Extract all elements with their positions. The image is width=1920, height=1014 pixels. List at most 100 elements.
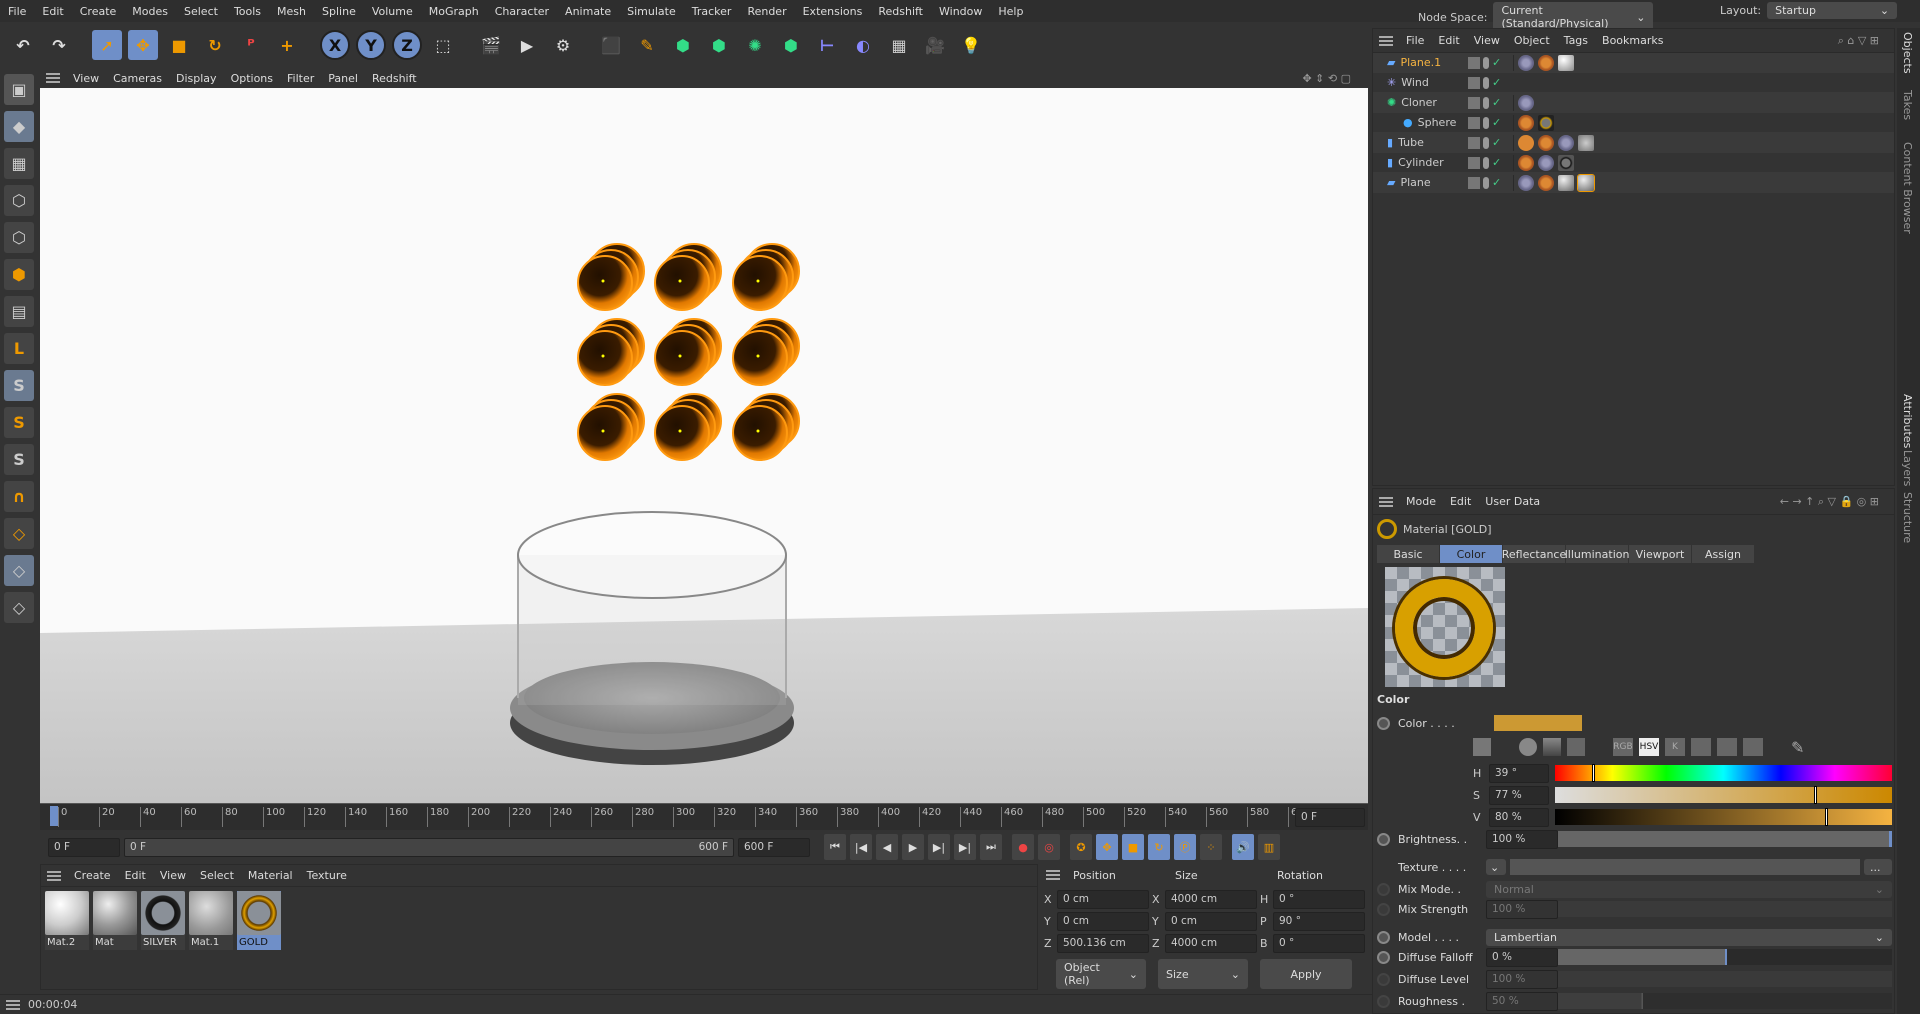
- object-row-cloner[interactable]: ✺ Cloner ✓: [1373, 93, 1894, 113]
- hsv-s-slider[interactable]: [1555, 786, 1892, 804]
- menu-character[interactable]: Character: [487, 5, 557, 18]
- hsv-v-field[interactable]: 80 %: [1489, 807, 1549, 827]
- color-mode-hsv[interactable]: HSV: [1639, 738, 1659, 756]
- visibility-dots-icon[interactable]: [1483, 176, 1489, 189]
- enabled-check-icon[interactable]: ✓: [1492, 176, 1501, 189]
- slider-handle[interactable]: [1824, 808, 1828, 826]
- deformer-icon[interactable]: ⊢: [812, 30, 842, 60]
- object-name[interactable]: Cylinder: [1398, 156, 1444, 169]
- diffuse-falloff-field[interactable]: 0 %: [1486, 947, 1558, 967]
- viewport-menu-display[interactable]: Display: [169, 72, 224, 85]
- material-grey-icon[interactable]: [1558, 174, 1574, 191]
- select-icon[interactable]: ➚: [92, 30, 122, 60]
- diffuse-level-field[interactable]: 100 %: [1486, 969, 1558, 989]
- timeline-icon[interactable]: ▥: [1258, 834, 1280, 860]
- menu-edit[interactable]: Edit: [34, 5, 71, 18]
- animate-toggle[interactable]: [1377, 716, 1390, 730]
- animate-toggle[interactable]: [1377, 930, 1390, 944]
- attribute-nav-icons[interactable]: ← → ↑ ⌕ ▽ 🔒 ◎ ⊞: [1773, 495, 1886, 509]
- object-row-plane[interactable]: ▰ Plane ✓: [1373, 173, 1894, 193]
- attr-menu-user-data[interactable]: User Data: [1478, 495, 1547, 508]
- menu-redshift[interactable]: Redshift: [870, 5, 931, 18]
- model-mode-icon[interactable]: ◆: [4, 111, 34, 142]
- menu-icon[interactable]: [1046, 870, 1060, 880]
- light-icon[interactable]: 💡: [956, 30, 986, 60]
- render-settings-icon[interactable]: ⚙: [548, 30, 578, 60]
- add-icon[interactable]: +: [272, 30, 302, 60]
- menu-select[interactable]: Select: [176, 5, 226, 18]
- edges-mode-icon[interactable]: ⬡: [4, 222, 34, 253]
- menu-tools[interactable]: Tools: [226, 5, 269, 18]
- menu-extensions[interactable]: Extensions: [795, 5, 871, 18]
- rotate-icon[interactable]: ↻: [200, 30, 230, 60]
- go-to-start-icon[interactable]: ⏮: [824, 834, 846, 860]
- enabled-check-icon[interactable]: ✓: [1492, 136, 1501, 149]
- enabled-check-icon[interactable]: ✓: [1492, 56, 1501, 69]
- sky-icon[interactable]: ◐: [848, 30, 878, 60]
- tab-reflectance[interactable]: Reflectance: [1502, 545, 1566, 563]
- slider-handle[interactable]: [1591, 764, 1595, 782]
- menu-create[interactable]: Create: [72, 5, 125, 18]
- frame-range-slider[interactable]: 0 F 600 F: [124, 837, 734, 857]
- material-menu-view[interactable]: View: [153, 869, 193, 882]
- z-axis-icon[interactable]: Z: [392, 30, 422, 60]
- menu-modes[interactable]: Modes: [124, 5, 176, 18]
- next-frame-icon[interactable]: ▶|: [928, 834, 950, 860]
- layer-icon[interactable]: [1468, 136, 1480, 149]
- material-menu-select[interactable]: Select: [193, 869, 241, 882]
- material-menu-create[interactable]: Create: [67, 869, 118, 882]
- objects-menu-bookmarks[interactable]: Bookmarks: [1595, 34, 1670, 47]
- material-grey-selected-icon[interactable]: [1577, 173, 1595, 192]
- pos-field[interactable]: 500.136 cm: [1057, 934, 1149, 953]
- image-picker-icon[interactable]: [1567, 738, 1585, 756]
- texture-mode-icon[interactable]: ▦: [4, 148, 34, 179]
- pen-icon[interactable]: ✎: [632, 30, 662, 60]
- y-axis-icon[interactable]: Y: [356, 30, 386, 60]
- points-mode-icon[interactable]: ⬡: [4, 185, 34, 216]
- axis-icon[interactable]: L: [4, 333, 34, 364]
- animate-toggle[interactable]: [1377, 832, 1390, 846]
- array-icon[interactable]: ⬢: [776, 30, 806, 60]
- render-tag-icon[interactable]: [1518, 134, 1534, 151]
- layer-icon[interactable]: [1468, 96, 1480, 109]
- texture-browse-button[interactable]: ...: [1864, 859, 1892, 875]
- hsv-h-field[interactable]: 39 °: [1489, 763, 1549, 783]
- grid-icon[interactable]: ◇: [4, 555, 34, 586]
- menu-icon[interactable]: [47, 870, 61, 881]
- menu-render[interactable]: Render: [739, 5, 794, 18]
- record-icon[interactable]: ●: [1012, 834, 1034, 860]
- snap-settings-icon[interactable]: S: [4, 407, 34, 438]
- start-frame-field[interactable]: 0 F: [48, 837, 120, 857]
- texture-dropdown[interactable]: ⌄: [1486, 859, 1506, 875]
- previous-frame-icon[interactable]: ◀: [876, 834, 898, 860]
- current-frame-field[interactable]: 0 F: [1295, 808, 1365, 827]
- material-mat-2[interactable]: Mat.2: [45, 891, 89, 950]
- tab-viewport[interactable]: Viewport: [1629, 545, 1691, 563]
- object-row-plane-1[interactable]: ▰ Plane.1 ✓: [1373, 53, 1894, 73]
- menu-file[interactable]: File: [0, 5, 34, 18]
- workplane-icon[interactable]: ◇: [4, 518, 34, 549]
- tab-basic[interactable]: Basic: [1377, 545, 1439, 563]
- animate-toggle[interactable]: [1377, 902, 1390, 916]
- viewport-menu-view[interactable]: View: [66, 72, 106, 85]
- swatches-icon[interactable]: [1743, 738, 1763, 756]
- objects-menu-view[interactable]: View: [1467, 34, 1507, 47]
- extrude-icon[interactable]: ⬢: [704, 30, 734, 60]
- render-view-icon[interactable]: 🎬: [476, 30, 506, 60]
- visibility-dots-icon[interactable]: [1483, 56, 1489, 69]
- visibility-dots-icon[interactable]: [1483, 156, 1489, 169]
- subdivision-icon[interactable]: ⬢: [668, 30, 698, 60]
- layer-icon[interactable]: [1468, 156, 1480, 169]
- pos-field[interactable]: 0 cm: [1057, 912, 1149, 931]
- viewport-menu-options[interactable]: Options: [224, 72, 280, 85]
- x-axis-icon[interactable]: X: [320, 30, 350, 60]
- menu-tracker[interactable]: Tracker: [684, 5, 740, 18]
- rot-field[interactable]: 90 °: [1273, 912, 1365, 931]
- menu-icon[interactable]: [1379, 496, 1393, 507]
- visibility-dots-icon[interactable]: [1483, 136, 1489, 149]
- objects-menu-edit[interactable]: Edit: [1431, 34, 1466, 47]
- snap-icon[interactable]: S: [4, 370, 34, 401]
- objects-menu-tags[interactable]: Tags: [1557, 34, 1595, 47]
- menu-icon[interactable]: [46, 73, 60, 83]
- end-frame-field[interactable]: 600 F: [738, 837, 810, 857]
